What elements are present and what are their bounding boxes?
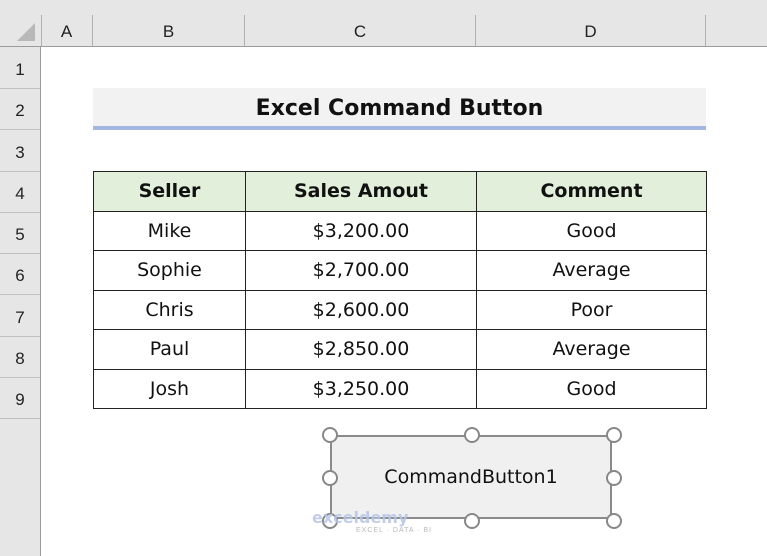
comment-cell[interactable]: Average [476,250,707,291]
table-header-row: Seller Sales Amout Comment [93,171,707,212]
table-row: Mike $3,200.00 Good [93,210,707,251]
row-header-8[interactable]: 8 [0,336,40,378]
column-header-c[interactable]: C [245,15,476,46]
row-header-7[interactable]: 7 [0,295,40,337]
row-header-1[interactable]: 1 [0,47,40,89]
header-comment[interactable]: Comment [476,171,707,212]
column-header-d[interactable]: D [476,15,706,46]
resize-handle-bottom[interactable] [464,513,480,529]
resize-handle-bottom-right[interactable] [606,513,622,529]
sales-table: Seller Sales Amout Comment Mike $3,200.0… [93,171,707,409]
watermark-logo: exceldemy [312,508,409,527]
sales-cell[interactable]: $2,850.00 [245,329,477,370]
sales-cell[interactable]: $2,700.00 [245,250,477,291]
header-seller[interactable]: Seller [93,171,246,212]
column-header-a[interactable]: A [41,15,93,46]
seller-cell[interactable]: Sophie [93,250,246,291]
watermark-tagline: EXCEL · DATA · BI [356,527,432,534]
header-sales-amount[interactable]: Sales Amout [245,171,477,212]
sales-cell[interactable]: $3,200.00 [245,210,477,251]
row-header-4[interactable]: 4 [0,171,40,213]
table-row: Chris $2,600.00 Poor [93,289,707,330]
table-row: Sophie $2,700.00 Average [93,250,707,291]
row-header-bar: 1 2 3 4 5 6 7 8 9 [0,47,41,556]
resize-handle-top[interactable] [464,427,480,443]
resize-handle-right[interactable] [606,470,622,486]
sales-cell[interactable]: $3,250.00 [245,368,477,409]
resize-handle-left[interactable] [322,470,338,486]
seller-cell[interactable]: Paul [93,329,246,370]
table-row: Paul $2,850.00 Average [93,329,707,370]
comment-cell[interactable]: Average [476,329,707,370]
row-header-3[interactable]: 3 [0,130,40,172]
column-header-bar: A B C D [0,0,767,47]
row-header-6[interactable]: 6 [0,253,40,295]
row-header-5[interactable]: 5 [0,212,40,254]
column-header-b[interactable]: B [93,15,245,46]
seller-cell[interactable]: Chris [93,289,246,330]
comment-cell[interactable]: Good [476,210,707,251]
resize-handle-top-right[interactable] [606,427,622,443]
comment-cell[interactable]: Good [476,368,707,409]
resize-handle-top-left[interactable] [322,427,338,443]
comment-cell[interactable]: Poor [476,289,707,330]
row-header-2[interactable]: 2 [0,88,40,130]
sheet-title: Excel Command Button [93,88,706,130]
table-row: Josh $3,250.00 Good [93,368,707,409]
row-header-9[interactable]: 9 [0,377,40,419]
seller-cell[interactable]: Josh [93,368,246,409]
sales-cell[interactable]: $2,600.00 [245,289,477,330]
command-button[interactable]: CommandButton1 [330,435,612,519]
select-all-button[interactable] [0,15,42,46]
seller-cell[interactable]: Mike [93,210,246,251]
